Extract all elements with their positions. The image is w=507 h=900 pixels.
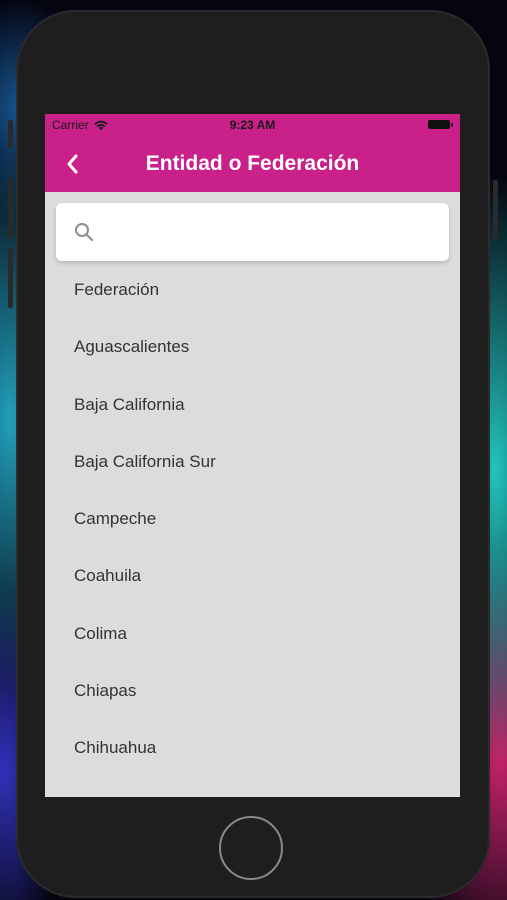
- list-item-aguascalientes[interactable]: Aguascalientes: [45, 318, 460, 375]
- status-bar: Carrier 9:23 AM: [45, 114, 460, 135]
- list-item-campeche[interactable]: Campeche: [45, 490, 460, 547]
- list-item-chiapas[interactable]: Chiapas: [45, 662, 460, 719]
- home-button[interactable]: [219, 816, 283, 880]
- power-button: [493, 180, 498, 240]
- list-item-coahuila[interactable]: Coahuila: [45, 547, 460, 604]
- list-item-colima[interactable]: Colima: [45, 605, 460, 662]
- volume-up-button: [8, 178, 13, 238]
- mute-switch: [8, 120, 13, 148]
- app-screen: Carrier 9:23 AM Entidad o Federación Fed…: [45, 114, 460, 797]
- list-item-chihuahua[interactable]: Chihuahua: [45, 719, 460, 776]
- navigation-bar: Entidad o Federación: [45, 135, 460, 192]
- search-input[interactable]: [102, 215, 436, 251]
- volume-down-button: [8, 248, 13, 308]
- search-icon: [75, 223, 94, 242]
- page-title: Entidad o Federación: [145, 152, 360, 175]
- list-item-federacion[interactable]: Federación: [45, 261, 460, 318]
- status-time: 9:23 AM: [229, 118, 276, 132]
- list-item-baja-california-sur[interactable]: Baja California Sur: [45, 433, 460, 490]
- state-list: Federación Aguascalientes Baja Californi…: [45, 261, 460, 777]
- list-item-baja-california[interactable]: Baja California: [45, 376, 460, 433]
- battery-icon: [428, 120, 453, 129]
- search-bar[interactable]: [56, 203, 449, 261]
